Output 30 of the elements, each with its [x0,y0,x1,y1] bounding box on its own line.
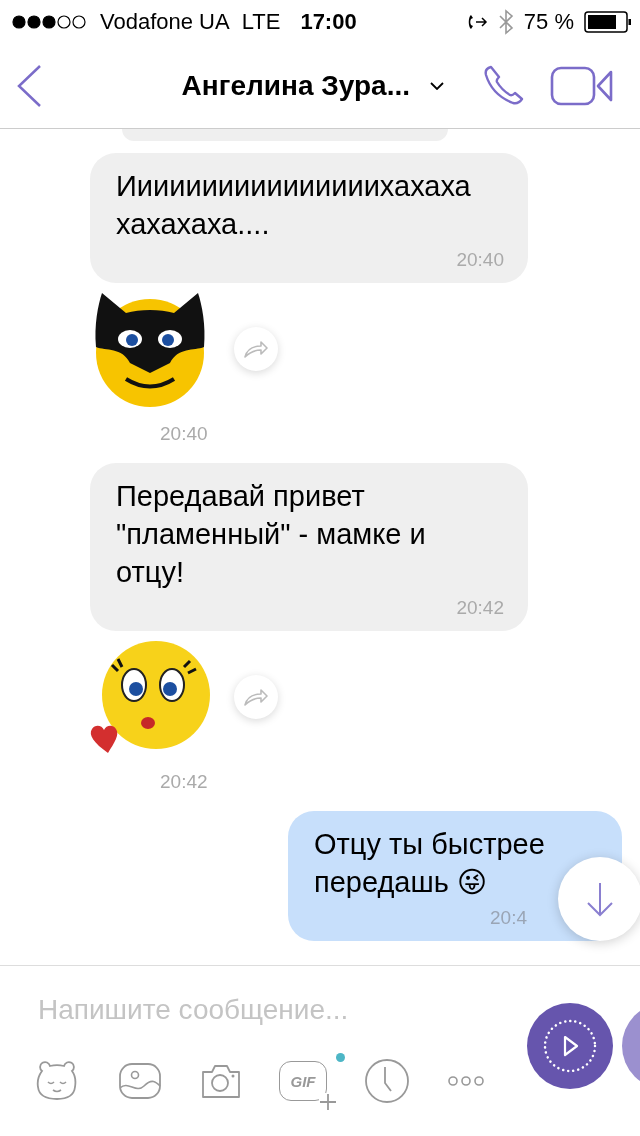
arrow-down-icon [585,881,615,917]
message-time: 20:40 [160,423,209,445]
bluetooth-icon [497,9,514,35]
forward-button[interactable] [234,327,278,371]
message-time: 20:42 [456,597,504,619]
message-time: 20:4 [490,907,527,929]
share-arrow-icon [243,687,269,707]
more-icon[interactable] [447,1075,485,1087]
message-time: 20:40 [456,249,504,271]
battery-icon [584,11,632,33]
message-input[interactable]: Напишите сообщение... [38,994,458,1026]
signal-icon [12,15,88,29]
message-text: Иииииииииииииииихахаха хахахаха.... [116,169,472,242]
image-icon[interactable] [117,1061,163,1101]
share-arrow-icon [243,339,269,359]
camera-icon[interactable] [200,1062,242,1100]
message-time: 20:42 [160,771,209,793]
chevron-down-icon[interactable] [430,82,444,90]
contact-name[interactable]: Ангелина Зура... [181,70,410,102]
carrier-name: Vodafone UA [100,9,230,35]
back-icon[interactable] [16,64,42,108]
message-text: Передавай привет "пламенный" - мамке и отцу! [116,479,427,590]
video-call-icon[interactable] [550,66,614,106]
battery-percent: 75 % [523,9,574,35]
forward-button[interactable] [234,675,278,719]
play-icon [542,1018,598,1074]
message-text: Отцу ты быстрее передашь 😜 [314,827,546,900]
clock: 17:00 [300,9,357,35]
clock-icon[interactable] [364,1058,410,1104]
network-type: LTE [241,9,281,35]
